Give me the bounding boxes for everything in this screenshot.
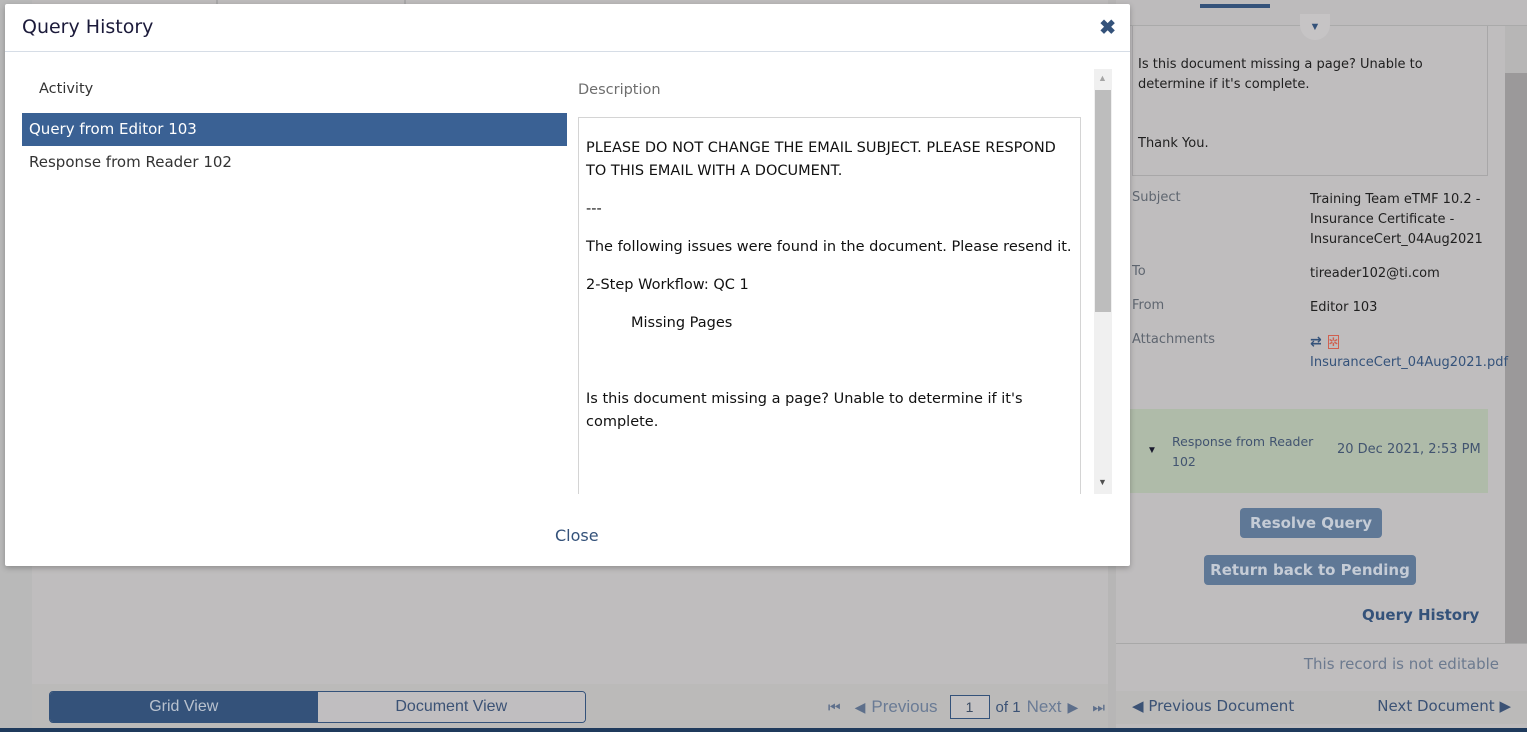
description-scrollbar[interactable]: ▲ ▼: [1094, 69, 1112, 494]
activity-item[interactable]: Response from Reader 102: [22, 146, 567, 178]
next-page-icon[interactable]: ▶: [1068, 699, 1079, 716]
page-count: of 1: [995, 698, 1021, 716]
divider: [1116, 643, 1527, 644]
message-signoff: Thank You.: [1138, 136, 1209, 151]
panel-scrollbar[interactable]: [1505, 26, 1527, 644]
pdf-icon[interactable]: ✲: [1327, 335, 1339, 349]
response-entry[interactable]: ▼ Response from Reader 102 20 Dec 2021, …: [1130, 409, 1488, 493]
response-date: 20 Dec 2021, 2:53 PM: [1337, 442, 1481, 457]
from-label: From: [1132, 298, 1165, 313]
from-value: Editor 103: [1310, 300, 1378, 315]
document-grid-area: [32, 566, 1108, 684]
last-page-icon[interactable]: ⏭: [1092, 699, 1105, 716]
next-document-label: Next Document: [1377, 697, 1495, 715]
modal-title: Query History: [22, 16, 154, 38]
page-number-input[interactable]: 1: [949, 695, 990, 719]
scroll-down-icon[interactable]: ▼: [1098, 477, 1107, 487]
chevron-down-icon: ▼: [1309, 21, 1321, 33]
scroll-up-icon[interactable]: ▲: [1098, 73, 1107, 83]
first-page-icon[interactable]: ⏮: [828, 699, 841, 716]
previous-document-button[interactable]: ◀ Previous Document: [1132, 697, 1294, 715]
to-label: To: [1132, 264, 1146, 279]
activity-column-header: Activity: [39, 81, 94, 97]
description-box: PLEASE DO NOT CHANGE THE EMAIL SUBJECT. …: [578, 117, 1081, 494]
document-view-button[interactable]: Document View: [317, 692, 585, 722]
query-detail-panel: ▼ Is this document missing a page? Unabl…: [1116, 0, 1527, 732]
message-box: [1132, 26, 1488, 176]
attachments-label: Attachments: [1132, 332, 1215, 347]
subject-label: Subject: [1132, 190, 1181, 205]
previous-document-label: Previous Document: [1148, 697, 1295, 715]
attachment-link[interactable]: InsuranceCert_04Aug2021.pdf: [1310, 355, 1508, 370]
previous-page-button[interactable]: Previous: [871, 697, 937, 717]
close-button[interactable]: Close: [555, 526, 599, 545]
next-document-button[interactable]: Next Document ▶: [1377, 697, 1511, 715]
next-page-button[interactable]: Next: [1027, 697, 1062, 717]
document-nav: ◀ Previous Document Next Document ▶: [1116, 691, 1527, 724]
caret-left-icon: ◀: [1132, 697, 1144, 715]
description-paragraph: Missing Pages: [631, 315, 733, 331]
bottom-border: [0, 728, 1527, 732]
sync-icon[interactable]: ⇄: [1310, 332, 1322, 352]
description-content: PLEASE DO NOT CHANGE THE EMAIL SUBJECT. …: [586, 137, 1076, 449]
scrollbar-thumb[interactable]: [1095, 90, 1111, 312]
grid-view-button[interactable]: Grid View: [50, 692, 318, 722]
pager: ⏮ ◀ Previous 1 of 1 Next ▶ ⏭: [828, 694, 1105, 720]
attachments-value: ⇄ ✲ InsuranceCert_04Aug2021.pdf: [1310, 332, 1508, 373]
return-to-pending-button[interactable]: Return back to Pending: [1204, 555, 1416, 585]
previous-page-icon[interactable]: ◀: [855, 699, 866, 716]
not-editable-notice: This record is not editable: [1303, 655, 1499, 673]
description-paragraph: The following issues were found in the d…: [586, 239, 1072, 255]
activity-item[interactable]: Query from Editor 103: [22, 113, 567, 146]
description-paragraph: ---: [586, 201, 602, 217]
response-title: Response from Reader 102: [1172, 434, 1314, 469]
message-text: Is this document missing a page? Unable …: [1138, 57, 1423, 92]
description-paragraph: 2-Step Workflow: QC 1: [586, 277, 749, 293]
view-toggle: Grid View Document View: [49, 691, 586, 723]
close-icon[interactable]: ✖: [1099, 15, 1116, 40]
query-history-link[interactable]: Query History: [1362, 606, 1479, 624]
query-history-modal: Query History ✖ Activity Query from Edit…: [5, 4, 1130, 566]
panel-scrollbar-thumb[interactable]: [1505, 26, 1527, 73]
description-column-header: Description: [578, 82, 661, 98]
to-value: tireader102@ti.com: [1310, 266, 1440, 281]
modal-header: Query History ✖: [5, 4, 1130, 52]
description-paragraph: PLEASE DO NOT CHANGE THE EMAIL SUBJECT. …: [586, 140, 1056, 179]
caret-down-icon[interactable]: ▼: [1147, 445, 1157, 456]
caret-right-icon: ▶: [1499, 697, 1511, 715]
resolve-query-button[interactable]: Resolve Query: [1240, 508, 1382, 538]
subject-value: Training Team eTMF 10.2 - Insurance Cert…: [1310, 192, 1483, 247]
activity-list: Query from Editor 103 Response from Read…: [22, 113, 567, 178]
description-paragraph: Is this document missing a page? Unable …: [586, 391, 1023, 430]
active-tab-indicator: [1200, 4, 1270, 8]
